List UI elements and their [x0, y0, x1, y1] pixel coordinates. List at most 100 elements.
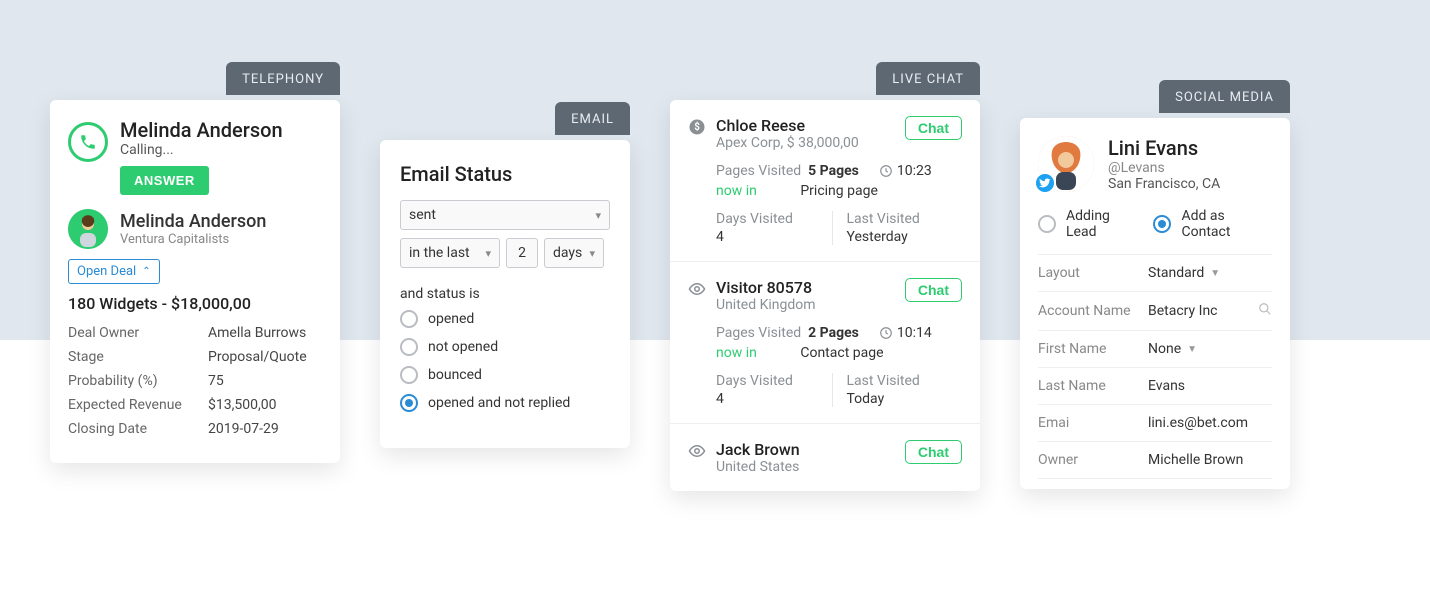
field-value: $13,500,00 — [208, 397, 276, 413]
social-field-row[interactable]: Last NameEvans — [1038, 367, 1272, 404]
social-field-row[interactable]: LayoutStandard ▼ — [1038, 254, 1272, 291]
and-status-label: and status is — [400, 286, 610, 302]
field-value: None — [1148, 341, 1181, 357]
email-tag: EMAIL — [555, 102, 630, 135]
visitor-name: Visitor 80578 — [716, 278, 895, 297]
now-in-label: now in — [716, 345, 757, 361]
field-key: Layout — [1038, 265, 1148, 281]
chat-button[interactable]: Chat — [905, 278, 962, 302]
radio-add-contact[interactable]: Add as Contact — [1153, 208, 1272, 240]
chevron-up-icon: ⌃ — [142, 266, 150, 277]
answer-button[interactable]: ANSWER — [120, 166, 209, 195]
social-location: San Francisco, CA — [1108, 176, 1220, 192]
email-status-title: Email Status — [400, 162, 610, 186]
days-visited: 4 — [716, 391, 832, 407]
period-select[interactable]: in the last▾ — [400, 238, 500, 268]
visitor-sub: United States — [716, 459, 895, 475]
field-key: Emai — [1038, 415, 1148, 431]
contact-avatar — [68, 209, 108, 249]
chevron-down-icon: ▾ — [485, 247, 491, 260]
field-value: Evans — [1148, 378, 1185, 394]
eye-icon — [688, 280, 706, 298]
eye-icon — [688, 442, 706, 460]
days-visited: 4 — [716, 229, 832, 245]
livechat-card: LIVE CHAT $Chloe ReeseApex Corp, $ 38,00… — [670, 100, 980, 491]
last-visited: Yesterday — [847, 229, 963, 245]
period-number-input[interactable]: 2 — [506, 238, 538, 268]
open-deal-label: Open Deal — [77, 264, 136, 279]
visitor-name: Chloe Reese — [716, 116, 895, 135]
contact-name: Melinda Anderson — [120, 211, 266, 232]
social-handle: @Levans — [1108, 160, 1220, 176]
deal-field: Deal OwnerAmella Burrows — [68, 325, 322, 341]
email-status-option[interactable]: opened — [400, 310, 610, 328]
field-key: Account Name — [1038, 303, 1148, 319]
radio-icon — [400, 366, 418, 384]
search-icon — [1258, 302, 1272, 320]
field-key: First Name — [1038, 341, 1148, 357]
field-value: Betacry Inc — [1148, 303, 1218, 319]
radio-icon — [400, 338, 418, 356]
visit-time: 10:14 — [897, 325, 932, 341]
visitor-block: Jack BrownUnited States Chat — [670, 424, 980, 491]
current-page: Pricing page — [800, 183, 878, 199]
visit-time: 10:23 — [897, 163, 932, 179]
social-tag: SOCIAL MEDIA — [1159, 80, 1290, 113]
deal-field: StageProposal/Quote — [68, 349, 322, 365]
radio-adding-lead[interactable]: Adding Lead — [1038, 208, 1139, 240]
option-label: opened — [428, 311, 474, 327]
email-card: EMAIL Email Status sent▾ in the last▾ 2 … — [380, 140, 630, 448]
chevron-down-icon: ▾ — [589, 247, 595, 260]
telephony-card: TELEPHONY Melinda Anderson Calling... AN… — [50, 100, 340, 463]
field-value: Standard — [1148, 265, 1204, 281]
chat-button[interactable]: Chat — [905, 116, 962, 140]
option-label: opened and not replied — [428, 395, 570, 411]
open-deal-toggle[interactable]: Open Deal ⌃ — [68, 259, 160, 284]
current-page: Contact page — [800, 345, 883, 361]
field-value: 2019-07-29 — [208, 421, 279, 437]
radio-icon — [400, 310, 418, 328]
email-primary-select[interactable]: sent▾ — [400, 200, 610, 230]
twitter-icon — [1034, 172, 1056, 194]
social-field-row[interactable]: Emailini.es@bet.com — [1038, 404, 1272, 441]
visitor-sub: United Kingdom — [716, 297, 895, 313]
visitor-block: $Chloe ReeseApex Corp, $ 38,000,00ChatPa… — [670, 100, 980, 262]
field-key: Stage — [68, 349, 208, 365]
field-value: Michelle Brown — [1148, 452, 1243, 468]
chevron-down-icon: ▼ — [1210, 268, 1220, 279]
option-label: bounced — [428, 367, 482, 383]
social-name: Lini Evans — [1108, 136, 1220, 160]
chat-button[interactable]: Chat — [905, 440, 962, 464]
social-field-row[interactable]: First NameNone ▼ — [1038, 330, 1272, 367]
field-key: Last Name — [1038, 378, 1148, 394]
telephony-tag: TELEPHONY — [226, 62, 340, 95]
email-status-option[interactable]: not opened — [400, 338, 610, 356]
field-key: Closing Date — [68, 421, 208, 437]
clock-icon: 10:14 — [879, 325, 932, 341]
dollar-icon: $ — [688, 118, 706, 136]
phone-icon — [68, 122, 108, 162]
deal-title: 180 Widgets - $18,000,00 — [68, 294, 322, 313]
option-label: not opened — [428, 339, 498, 355]
email-status-option[interactable]: opened and not replied — [400, 394, 610, 412]
social-field-row[interactable]: OwnerMichelle Brown — [1038, 441, 1272, 479]
deal-field: Closing Date2019-07-29 — [68, 421, 322, 437]
deal-field: Expected Revenue$13,500,00 — [68, 397, 322, 413]
livechat-tag: LIVE CHAT — [876, 62, 980, 95]
period-unit-select[interactable]: days▾ — [544, 238, 604, 268]
radio-icon — [400, 394, 418, 412]
visitor-name: Jack Brown — [716, 440, 895, 459]
deal-field: Probability (%)75 — [68, 373, 322, 389]
svg-text:$: $ — [694, 122, 700, 133]
caller-status: Calling... — [120, 142, 322, 158]
field-key: Probability (%) — [68, 373, 208, 389]
contact-org: Ventura Capitalists — [120, 232, 266, 247]
caller-name: Melinda Anderson — [120, 118, 322, 142]
clock-icon: 10:23 — [879, 163, 932, 179]
field-value: Amella Burrows — [208, 325, 306, 341]
email-status-option[interactable]: bounced — [400, 366, 610, 384]
field-key: Expected Revenue — [68, 397, 208, 413]
field-value: Proposal/Quote — [208, 349, 307, 365]
social-field-row[interactable]: Account NameBetacry Inc — [1038, 291, 1272, 330]
chevron-down-icon: ▾ — [595, 209, 601, 222]
